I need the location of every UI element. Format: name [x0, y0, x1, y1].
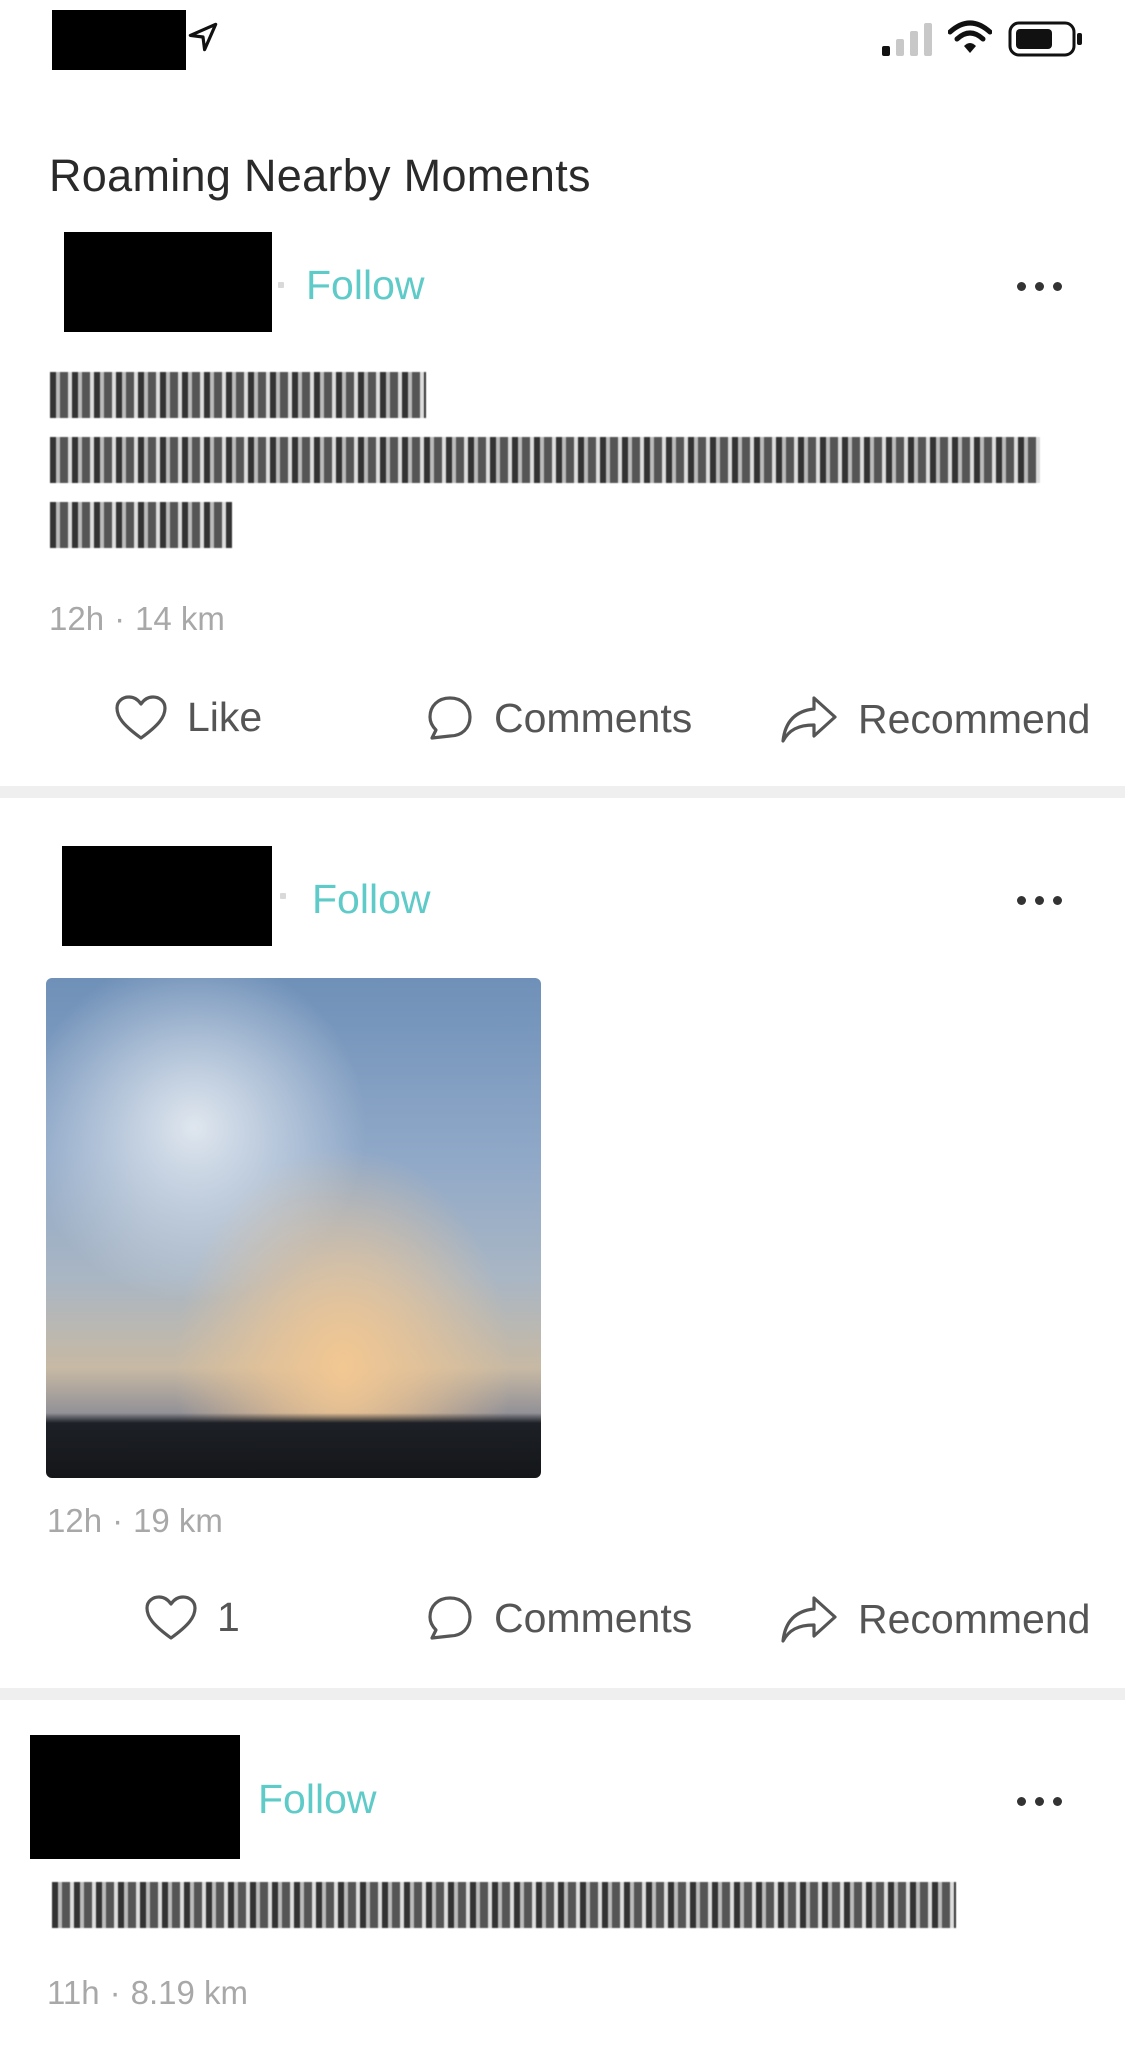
post-1-recommend-button[interactable]: Recommend — [780, 694, 1090, 744]
post-3-text-redacted — [52, 1882, 1032, 1938]
page-title: Roaming Nearby Moments — [49, 150, 591, 201]
post-1-text-redacted — [50, 372, 1050, 558]
post-2-image[interactable] — [46, 978, 541, 1478]
share-icon — [781, 696, 837, 743]
post-2-avatar-redacted[interactable] — [62, 846, 272, 946]
heart-icon — [145, 1594, 197, 1640]
post-3-time: 11h — [47, 1974, 100, 2011]
post-3-more-icon[interactable] — [1017, 1797, 1062, 1806]
comments-label: Comments — [494, 1594, 693, 1641]
meta-dot: · — [109, 1974, 121, 2011]
comment-icon — [428, 696, 472, 740]
location-arrow-icon — [188, 22, 218, 52]
wifi-icon — [948, 20, 992, 53]
share-icon — [781, 1596, 837, 1643]
post-1-like-button[interactable]: Like — [115, 694, 262, 741]
comments-label: Comments — [494, 694, 693, 741]
meta-dot: · — [114, 600, 126, 637]
recommend-label: Recommend — [858, 1595, 1091, 1642]
like-count: 1 — [217, 1594, 240, 1640]
post-3-follow-button[interactable]: Follow — [258, 1776, 376, 1823]
meta-dot: · — [112, 1502, 124, 1539]
post-1-distance: 14 km — [135, 600, 225, 637]
post-1-more-icon[interactable] — [1017, 282, 1062, 291]
redacted-line — [50, 437, 1050, 493]
recommend-label: Recommend — [858, 695, 1091, 742]
post-2-like-button[interactable]: 1 — [145, 1594, 240, 1641]
status-time-redacted — [52, 10, 186, 70]
post-2-follow-button[interactable]: Follow — [312, 876, 430, 923]
redacted-line — [52, 1882, 1032, 1938]
comment-icon — [428, 1596, 472, 1640]
post-2-distance: 19 km — [133, 1502, 223, 1539]
post-1-time: 12h — [49, 600, 105, 637]
section-divider — [0, 786, 1125, 798]
battery-icon — [1008, 21, 1082, 57]
post-3-meta: 11h · 8.19 km — [47, 1974, 248, 2012]
post-2-recommend-button[interactable]: Recommend — [780, 1594, 1090, 1644]
post-1-avatar-redacted[interactable] — [64, 232, 272, 332]
post-2-more-icon[interactable] — [1017, 896, 1062, 905]
section-divider — [0, 1688, 1125, 1700]
post-3-distance: 8.19 km — [130, 1974, 249, 2011]
post-2-comments-button[interactable]: Comments — [426, 1594, 692, 1642]
post-3-avatar-redacted[interactable] — [30, 1735, 240, 1859]
redacted-line — [50, 372, 1050, 428]
signal-icon — [882, 23, 932, 56]
post-2-meta: 12h · 19 km — [47, 1502, 223, 1540]
post-1-separator-dot — [278, 282, 284, 288]
post-1-comments-button[interactable]: Comments — [426, 694, 692, 742]
post-1-follow-button[interactable]: Follow — [306, 262, 424, 309]
post-2-time: 12h — [47, 1502, 103, 1539]
post-1-meta: 12h · 14 km — [49, 600, 225, 638]
post-2-separator-dot — [280, 893, 286, 899]
redacted-line — [50, 502, 1050, 558]
heart-icon — [115, 694, 167, 740]
like-label: Like — [187, 694, 263, 740]
